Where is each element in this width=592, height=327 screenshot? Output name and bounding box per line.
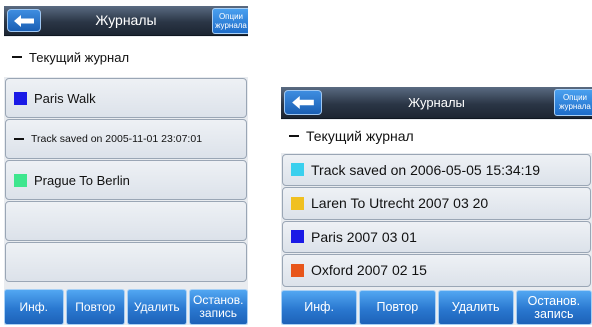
- list-item-label: Laren To Utrecht 2007 03 20: [311, 195, 489, 212]
- button-label-line1: Останов.: [527, 293, 581, 308]
- list-item-current-log[interactable]: Текущий журнал: [281, 120, 592, 153]
- log-list: Текущий журнал Paris Walk Track saved on…: [4, 37, 248, 283]
- button-label: Удалить: [451, 300, 500, 314]
- list-item[interactable]: Prague To Berlin: [5, 160, 247, 200]
- log-options-button[interactable]: Опции журнала: [212, 8, 248, 34]
- list-item-current-log[interactable]: Текущий журнал: [4, 37, 248, 77]
- button-label: Инф.: [304, 300, 334, 314]
- button-label: Удалить: [133, 299, 180, 314]
- button-label-line2: запись: [199, 306, 238, 320]
- list-item-empty: [5, 242, 247, 282]
- list-item[interactable]: Laren To Utrecht 2007 03 20: [282, 187, 591, 220]
- list-item-empty: [5, 201, 247, 241]
- button-label-line2: запись: [534, 306, 574, 321]
- color-swatch-icon: [291, 163, 304, 177]
- title-bar: Журналы Опции журнала: [281, 87, 592, 119]
- button-label: Повтор: [376, 300, 419, 314]
- button-label: Инф.: [19, 299, 48, 314]
- dash-icon: [14, 138, 24, 140]
- logs-screen-right: Журналы Опции журнала Текущий журнал Tra…: [281, 87, 592, 325]
- logs-screen-left: Журналы Опции журнала Текущий журнал Par…: [4, 6, 248, 325]
- list-item[interactable]: Track saved on 2006-05-05 15:34:19: [282, 153, 591, 186]
- list-item-label: Paris Walk: [34, 90, 96, 106]
- list-item-label: Track saved on 2006-05-05 15:34:19: [311, 161, 541, 178]
- log-options-button[interactable]: Опции журнала: [554, 89, 592, 116]
- list-item[interactable]: Track saved on 2005-11-01 23:07:01: [5, 119, 247, 159]
- log-list: Текущий журнал Track saved on 2006-05-05…: [281, 120, 592, 288]
- list-item-label: Текущий журнал: [306, 128, 414, 145]
- list-item-label: Prague To Berlin: [34, 172, 130, 188]
- repeat-button[interactable]: Повтор: [65, 289, 125, 325]
- options-label-line1: Опции: [562, 93, 588, 102]
- bottom-toolbar: Инф. Повтор Удалить Останов. запись: [4, 289, 248, 325]
- list-item[interactable]: Paris 2007 03 01: [282, 220, 591, 253]
- dash-icon: [12, 56, 22, 58]
- title-bar: Журналы Опции журнала: [4, 6, 248, 36]
- page-title: Журналы: [408, 95, 465, 110]
- repeat-button[interactable]: Повтор: [359, 290, 436, 325]
- list-item-label: Oxford 2007 02 15: [311, 262, 427, 279]
- options-label-line2: журнала: [215, 21, 247, 30]
- color-swatch-icon: [291, 230, 304, 244]
- button-label: Повтор: [75, 299, 116, 314]
- options-label-line1: Опции: [218, 12, 244, 21]
- list-item-label: Track saved on 2005-11-01 23:07:01: [31, 133, 203, 145]
- color-swatch-icon: [291, 263, 304, 277]
- delete-button[interactable]: Удалить: [127, 289, 187, 325]
- info-button[interactable]: Инф.: [281, 290, 358, 325]
- list-item[interactable]: Oxford 2007 02 15: [282, 254, 591, 287]
- color-swatch-icon: [291, 196, 304, 210]
- list-item-label: Текущий журнал: [29, 49, 130, 65]
- options-label-line2: журнала: [559, 102, 591, 111]
- stop-recording-button[interactable]: Останов. запись: [188, 289, 248, 325]
- list-item-label: Paris 2007 03 01: [311, 228, 417, 245]
- list-item[interactable]: Paris Walk: [5, 78, 247, 118]
- stop-recording-button[interactable]: Останов. запись: [515, 290, 592, 325]
- dash-icon: [289, 135, 299, 138]
- info-button[interactable]: Инф.: [4, 289, 64, 325]
- bottom-toolbar: Инф. Повтор Удалить Останов. запись: [281, 290, 592, 325]
- color-swatch-icon: [14, 91, 27, 105]
- delete-button[interactable]: Удалить: [437, 290, 514, 325]
- color-swatch-icon: [14, 173, 27, 187]
